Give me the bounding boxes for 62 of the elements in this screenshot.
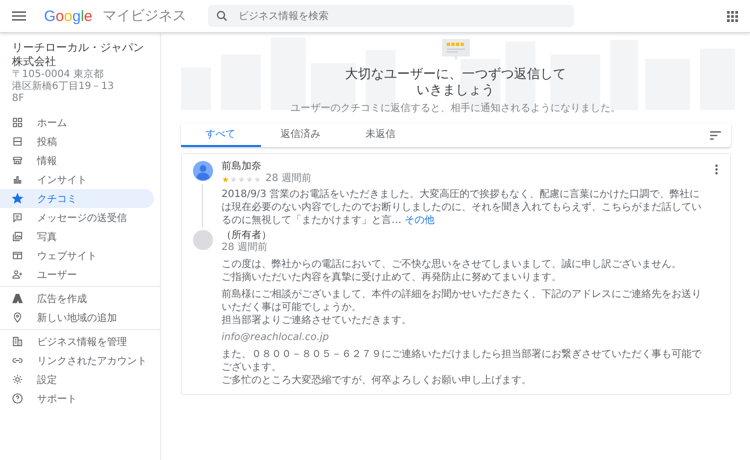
- reply-text: 前島様にご相談がございまして、本件の詳細をお聞かせいただきたく、下記のアドレスにご連絡先をお送りいただく事は可能でしょうか。: [222, 288, 702, 314]
- owner-avatar: [192, 230, 212, 250]
- review-time: 28 週間前: [266, 173, 312, 185]
- business-address: 港区新橋6丁目19－13: [12, 81, 115, 93]
- search-field[interactable]: ビジネス情報を検索: [208, 5, 574, 27]
- sort-icon[interactable]: [710, 130, 720, 140]
- business-address: 〒105-0004 東京都: [12, 69, 104, 80]
- star-icon: [12, 193, 23, 204]
- reply-text: ご多忙のところ大変恐縮ですが、何卒よろしくお願い申し上げます。: [222, 374, 532, 387]
- review-bubble-icon: [442, 39, 470, 63]
- business-name: リーチローカル・ジャパン株式会社: [12, 41, 145, 68]
- menu-icon[interactable]: [12, 11, 26, 21]
- bar-chart-icon: [12, 174, 23, 185]
- store-icon: [12, 155, 23, 166]
- sidebar-item[interactable]: 写真: [0, 227, 154, 246]
- sidebar-item[interactable]: ユーザー: [0, 265, 154, 284]
- product-name: マイビジネス: [102, 7, 186, 25]
- filter-tab[interactable]: 未返信: [340, 123, 420, 147]
- settings-icon: [12, 374, 23, 385]
- message-icon: [12, 212, 23, 223]
- photo-icon: [12, 231, 23, 242]
- reply-text: また、０８００－８０５－６２７９にご連絡いただけましたら担当部署にお繋ぎさせていただく事も可能でございます。: [222, 348, 702, 374]
- google-logo[interactable]: Google: [44, 8, 92, 24]
- hero-description: ユーザーのクチコミに返信すると、相手に通知されるようになりました。: [290, 103, 620, 115]
- sidebar-item[interactable]: 設定: [0, 370, 154, 389]
- sidebar-item[interactable]: リンクされたアカウント: [0, 351, 154, 370]
- email-address: info@reachlocal.co.jp: [222, 331, 330, 344]
- sidebar-item[interactable]: 情報: [0, 151, 154, 170]
- sidebar-item[interactable]: サポート: [0, 389, 154, 408]
- more-link[interactable]: その他: [404, 215, 435, 226]
- review-text: 2018/9/3 営業のお電話をいただきました。大変高圧的で挨拶もなく、配慮に言葉にかけた口調で、弊社には現在必要のない内容でしたのでお断りしましたのに、それを聞き入れてもらえず、こちらがまだ話しているのに無視して「またかけます」と言… その他: [222, 188, 702, 227]
- filter-tab[interactable]: 返信済み: [260, 123, 340, 147]
- website-icon: [12, 250, 23, 261]
- sidebar-item[interactable]: インサイト: [0, 170, 154, 189]
- post-icon: [12, 136, 23, 147]
- map-pin-icon: [12, 312, 23, 323]
- filter-tab[interactable]: すべて: [180, 123, 260, 147]
- user-avatar-icon: [192, 161, 212, 181]
- hero-heading: 大切なユーザーに、一つずつ返信していきましょう: [344, 67, 567, 99]
- sidebar-item[interactable]: メッセージの送受信: [0, 208, 154, 227]
- reply-text: 担当部署よりご連絡させていただきます。: [222, 314, 412, 327]
- grid-icon: [12, 117, 23, 128]
- reply-text: ご指摘いただいた内容を真摯に受け止めて、再発防止に努めてまいります。: [222, 271, 562, 284]
- sidebar-item[interactable]: 新しい地域の追加: [0, 308, 154, 327]
- person-add-icon: [12, 269, 23, 280]
- reviewer-name: 前島加奈: [222, 161, 262, 173]
- triangle-logo-icon: [12, 293, 23, 304]
- owner-name: （所有者）: [222, 230, 272, 242]
- link-icon: [12, 355, 23, 366]
- apps-icon[interactable]: [727, 10, 738, 22]
- sidebar-item[interactable]: ビジネス情報を管理: [0, 332, 154, 351]
- reply-text: この度は、弊社からの電話において、ご不快な思いをさせてしまいまして、誠に申し訳ございません。: [222, 258, 682, 271]
- sidebar-item[interactable]: クチコミ: [0, 189, 154, 208]
- sidebar-item[interactable]: ホーム: [0, 113, 154, 132]
- sidebar-item[interactable]: 広告を作成: [0, 289, 154, 308]
- sidebar-item[interactable]: ウェブサイト: [0, 246, 154, 265]
- sidebar-item[interactable]: 投稿: [0, 132, 154, 151]
- reply-time: 28 週間前: [222, 242, 268, 254]
- more-options-icon[interactable]: [714, 164, 718, 175]
- help-icon: [12, 393, 23, 404]
- business-address: 8F: [12, 93, 26, 105]
- building-icon: [12, 336, 23, 347]
